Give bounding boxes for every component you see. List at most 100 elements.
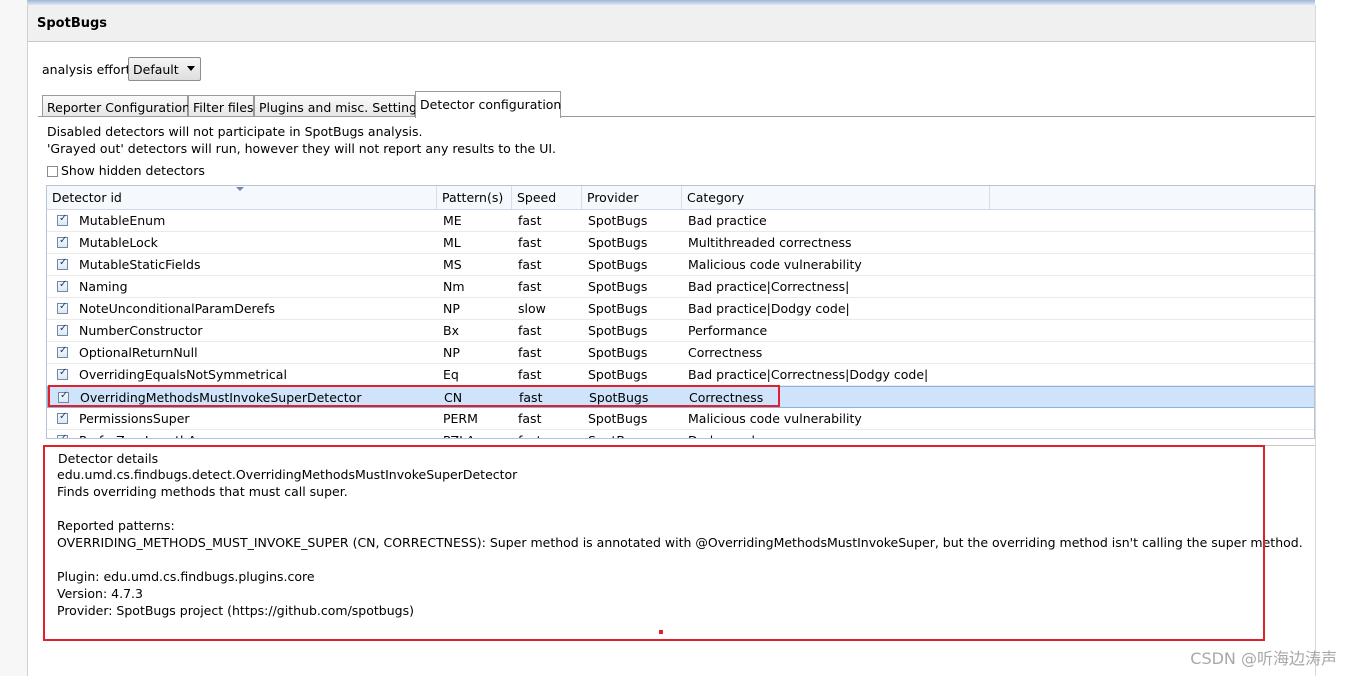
cell-speed: fast <box>518 430 541 438</box>
cell-provider: SpotBugs <box>588 345 648 360</box>
cell-pattern: PZLA <box>443 430 475 438</box>
tab-label: Detector configuration <box>420 97 562 112</box>
cell-speed: fast <box>518 411 542 426</box>
cell-pattern: Eq <box>443 367 459 382</box>
cell-speed: slow <box>518 301 546 316</box>
cell-provider: SpotBugs <box>588 430 647 438</box>
show-hidden-detectors[interactable]: Show hidden detectors <box>47 163 205 178</box>
cell-speed: fast <box>518 367 542 382</box>
tab-filter-files[interactable]: Filter files <box>188 95 254 117</box>
cell-category: Multithreaded correctness <box>688 235 852 250</box>
table-row[interactable]: MutableEnum ME fast SpotBugs Bad practice <box>47 210 1314 232</box>
tab-reporter-configuration[interactable]: Reporter Configuration <box>42 95 191 117</box>
cell-id: NumberConstructor <box>79 323 203 338</box>
detector-enabled-checkbox[interactable] <box>57 411 68 424</box>
panel-title: SpotBugs <box>37 16 108 31</box>
cell-pattern: NP <box>443 301 460 316</box>
column-header-detector-id[interactable]: Detector id <box>47 186 437 209</box>
cell-provider: SpotBugs <box>588 257 648 272</box>
info-text-disabled: Disabled detectors will not participate … <box>47 124 423 139</box>
table-row[interactable]: OverridingEqualsNotSymmetrical Eq fast Spot… <box>47 364 1314 386</box>
cell-category: Performance <box>688 323 768 338</box>
table-row[interactable]: NoteUnconditionalParamDerefs NP slow SpotBu… <box>47 298 1314 320</box>
annotation-dot <box>659 630 663 634</box>
detector-enabled-checkbox[interactable] <box>57 235 68 248</box>
cell-pattern: ML <box>443 235 461 250</box>
left-gutter <box>0 0 27 676</box>
panel-titlebar: SpotBugs <box>28 5 1315 42</box>
table-row[interactable]: Naming Nm fast SpotBugs Bad practice|Correct… <box>47 276 1314 298</box>
cell-id: Naming <box>79 279 128 294</box>
cell-id: OverridingEqualsNotSymmetrical <box>79 367 287 382</box>
show-hidden-checkbox[interactable] <box>47 166 58 177</box>
cell-id: MutableStaticFields <box>79 257 201 272</box>
cell-provider: SpotBugs <box>588 411 648 426</box>
cell-pattern: NP <box>443 345 460 360</box>
show-hidden-label: Show hidden detectors <box>61 163 205 178</box>
cell-category: Bad practice <box>688 213 767 228</box>
cell-category: Bad practice|Dodgy code| <box>688 301 850 316</box>
table-row[interactable]: PermissionsSuper PERM fast SpotBugs Maliciou… <box>47 408 1314 430</box>
cell-provider: SpotBugs <box>588 279 648 294</box>
cell-category: Correctness <box>688 345 763 360</box>
column-header-category[interactable]: Category <box>682 186 990 209</box>
cell-id: OptionalReturnNull <box>79 345 198 360</box>
cell-speed: fast <box>518 345 542 360</box>
cell-speed: fast <box>518 257 542 272</box>
tab-label: Reporter Configuration <box>47 100 191 115</box>
detector-enabled-checkbox[interactable] <box>57 301 68 314</box>
cell-pattern: MS <box>443 257 462 272</box>
analysis-effort-select[interactable]: Default <box>128 57 201 81</box>
cell-id: MutableEnum <box>79 213 166 228</box>
tab-label: Filter files <box>193 100 254 115</box>
detector-enabled-checkbox[interactable] <box>57 213 68 226</box>
cell-provider: SpotBugs <box>588 323 648 338</box>
column-header-speed[interactable]: Speed <box>512 186 582 209</box>
cell-pattern: Nm <box>443 279 465 294</box>
info-text-grayed: 'Grayed out' detectors will run, however… <box>47 141 557 156</box>
detector-enabled-checkbox[interactable] <box>57 345 68 358</box>
table-row[interactable]: PreferZeroLengthArrays PZLA fast SpotBugs Do… <box>47 430 1314 438</box>
detector-enabled-checkbox[interactable] <box>57 433 68 438</box>
column-header-provider[interactable]: Provider <box>582 186 682 209</box>
cell-pattern: ME <box>443 213 462 228</box>
cell-speed: fast <box>518 235 542 250</box>
cell-category: Bad practice|Correctness|Dodgy code| <box>688 367 929 382</box>
cell-id: NoteUnconditionalParamDerefs <box>79 301 275 316</box>
table-row[interactable]: MutableLock ML fast SpotBugs Multithreaded c… <box>47 232 1314 254</box>
cell-provider: SpotBugs <box>588 301 648 316</box>
tab-divider <box>38 116 1315 117</box>
table-row[interactable]: OptionalReturnNull NP fast SpotBugs Correctn… <box>47 342 1314 364</box>
cell-provider: SpotBugs <box>588 235 648 250</box>
cell-category: Malicious code vulnerability <box>688 257 862 272</box>
column-header-patterns[interactable]: Pattern(s) <box>437 186 512 209</box>
detector-enabled-checkbox[interactable] <box>57 323 68 336</box>
analysis-effort-value: Default <box>133 62 179 77</box>
table-header: Detector id Pattern(s) Speed Provider Ca… <box>47 186 1314 210</box>
detector-enabled-checkbox[interactable] <box>57 279 68 292</box>
cell-speed: fast <box>518 279 542 294</box>
cell-pattern: Bx <box>443 323 459 338</box>
cell-category: Malicious code vulnerability <box>688 411 862 426</box>
cell-id: MutableLock <box>79 235 158 250</box>
analysis-effort-label: analysis effort <box>42 62 131 77</box>
detector-enabled-checkbox[interactable] <box>57 257 68 270</box>
cell-id: PermissionsSuper <box>79 411 190 426</box>
watermark: CSDN @听海边涛声 <box>1190 649 1337 668</box>
table-row[interactable]: MutableStaticFields MS fast SpotBugs Malicio… <box>47 254 1314 276</box>
cell-speed: fast <box>518 323 542 338</box>
table-row[interactable]: NumberConstructor Bx fast SpotBugs Performan… <box>47 320 1314 342</box>
highlight-box-selected-row <box>48 385 780 407</box>
cell-category: Bad practice|Correctness| <box>688 279 850 294</box>
chevron-down-icon <box>187 66 195 71</box>
detector-enabled-checkbox[interactable] <box>57 367 68 380</box>
highlight-box-details <box>43 445 1265 641</box>
cell-pattern: PERM <box>443 411 478 426</box>
tab-plugins-settings[interactable]: Plugins and misc. Settings <box>254 95 424 117</box>
cell-provider: SpotBugs <box>588 213 648 228</box>
cell-speed: fast <box>518 213 542 228</box>
tab-label: Plugins and misc. Settings <box>259 100 424 115</box>
cell-category: Dodgy code <box>688 430 763 438</box>
tab-detector-configuration[interactable]: Detector configuration <box>415 91 561 118</box>
cell-provider: SpotBugs <box>588 367 648 382</box>
